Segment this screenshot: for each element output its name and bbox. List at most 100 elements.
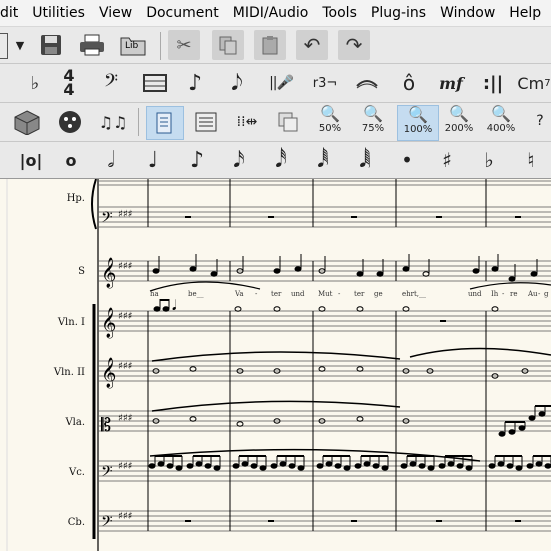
help-icon[interactable]: ? xyxy=(530,110,550,132)
eighth-note-icon[interactable]: ♪ xyxy=(182,147,212,173)
double-whole-note-icon[interactable]: |o| xyxy=(14,147,48,173)
menu-plugins[interactable]: Plug-ins xyxy=(371,5,426,21)
dropdown-icon[interactable]: ▼ xyxy=(13,35,27,55)
instrument-label-viola: Vla. xyxy=(65,417,85,428)
open-partial-icon[interactable] xyxy=(0,33,8,59)
notation-toolbar: ♭ 44 𝄢 ♪ 𝅘𝅥𝅮 ||🎤 r3¬ ô mf :|| Cm 7 xyxy=(0,64,551,103)
studio-view-icon[interactable]: ⁞⁞⇹ xyxy=(230,108,264,136)
tuplet-icon[interactable]: r3¬ xyxy=(308,70,342,96)
dot-icon[interactable]: • xyxy=(392,147,422,173)
hyperscribe-icon[interactable]: ||🎤 xyxy=(266,70,296,96)
svg-text:♯♯♯: ♯♯♯ xyxy=(118,209,133,220)
zoom-400-button[interactable]: 🔍 400% xyxy=(482,105,520,139)
undo-icon: ↶ xyxy=(303,33,321,57)
notes-icon[interactable]: ♫♫ xyxy=(96,108,130,136)
save-icon[interactable] xyxy=(38,32,64,58)
svg-text:𝄞: 𝄞 xyxy=(101,307,116,339)
instrument-label-soprano: S xyxy=(78,266,85,277)
svg-text:𝄞: 𝄞 xyxy=(101,357,116,389)
instrument-label-violin-1: Vln. I xyxy=(57,317,85,328)
svg-text:𝄢: 𝄢 xyxy=(101,463,113,484)
expression-icon[interactable]: mf xyxy=(434,70,468,96)
lyric-syllable: ha xyxy=(150,290,159,298)
svg-text:♯♯♯: ♯♯♯ xyxy=(118,261,133,272)
menu-document[interactable]: Document xyxy=(146,5,219,21)
playback-icon[interactable] xyxy=(54,108,86,136)
thirty-second-note-icon[interactable]: 𝅘𝅥𝅰 xyxy=(266,147,296,173)
zoom-200-button[interactable]: 🔍 200% xyxy=(440,105,478,139)
svg-text:𝄢: 𝄢 xyxy=(101,209,113,230)
score-canvas[interactable]: 𝄢 ♯♯♯ 𝄞 ♯♯♯ 𝄞 ♯♯♯ 𝄞 ♯♯♯ 𝄡 ♯♯♯ 𝄢 ♯♯♯ 𝄢 ♯♯♯ xyxy=(0,179,551,551)
chord-label: Cm xyxy=(517,73,545,93)
scroll-view-icon[interactable] xyxy=(190,108,222,136)
simple-entry-icon[interactable]: ♪ xyxy=(180,70,210,96)
main-toolbar: ▼ Lib ✂ ↶ ↷ xyxy=(0,27,551,64)
menu-midi-audio[interactable]: MIDI/Audio xyxy=(233,5,309,21)
svg-text:♯♯♯: ♯♯♯ xyxy=(118,413,133,424)
paste-icon xyxy=(256,33,284,57)
svg-text:𝄞: 𝄞 xyxy=(101,257,116,289)
redo-icon: ↷ xyxy=(345,33,363,57)
svg-text:𝄡: 𝄡 xyxy=(101,415,111,436)
menu-help[interactable]: Help xyxy=(509,5,541,21)
whole-note-icon[interactable]: o xyxy=(56,147,86,173)
sixteenth-note-icon[interactable]: 𝅘𝅥𝅯 xyxy=(224,147,254,173)
mixer-icon[interactable] xyxy=(10,108,44,136)
zoom-icon: 🔍 xyxy=(491,104,511,123)
lyric-syllable: ehrt,__ xyxy=(402,290,427,298)
natural-icon[interactable]: ♮ xyxy=(516,147,546,173)
svg-text:♯♯♯: ♯♯♯ xyxy=(118,461,133,472)
zoom-75-button[interactable]: 🔍 75% xyxy=(354,105,392,139)
menu-window[interactable]: Window xyxy=(440,5,495,21)
lyric-syllable: - xyxy=(338,290,341,298)
view-toolbar: ♫♫ ⁞⁞⇹ 🔍 50% 🔍 75% 🔍 100% 🔍 200% 🔍 400% … xyxy=(0,103,551,142)
menu-edit[interactable]: dit xyxy=(0,5,18,21)
menu-view[interactable]: View xyxy=(99,5,132,21)
quarter-note-icon[interactable]: ♩ xyxy=(138,147,168,173)
zoom-50-label: 50% xyxy=(318,123,342,134)
zoom-icon: 🔍 xyxy=(408,105,428,124)
lyric-syllable: Mut xyxy=(318,290,333,298)
durations-toolbar: |o| o 𝅗𝅥 ♩ ♪ 𝅘𝅥𝅯 𝅘𝅥𝅰 𝅘𝅥𝅱 𝅘𝅥𝅲 • ♯ ♭ ♮ xyxy=(0,142,551,179)
sharp-icon[interactable]: ♯ xyxy=(432,147,462,173)
zoom-icon: 🔍 xyxy=(320,104,340,123)
zoom-75-label: 75% xyxy=(361,123,385,134)
lyric-syllable: Au xyxy=(528,290,538,298)
zoom-400-label: 400% xyxy=(486,123,516,134)
chord-icon[interactable]: Cm 7 xyxy=(516,70,551,96)
zoom-50-button[interactable]: 🔍 50% xyxy=(312,105,348,139)
flat-icon[interactable]: ♭ xyxy=(474,147,504,173)
smart-shape-icon[interactable] xyxy=(352,70,382,96)
cut-icon: ✂ xyxy=(176,34,192,56)
lyric-syllable: ter xyxy=(271,290,282,298)
instrument-label-violin-2: Vln. II xyxy=(53,367,85,378)
lyric-syllable: be__ xyxy=(188,290,204,298)
menu-utilities[interactable]: Utilities xyxy=(32,5,85,21)
print-icon[interactable] xyxy=(78,32,106,58)
page-layout-icon[interactable] xyxy=(272,108,304,136)
staff-icon[interactable] xyxy=(140,70,170,96)
svg-text:𝄢: 𝄢 xyxy=(101,513,113,534)
partial-icon[interactable] xyxy=(0,72,8,94)
speedy-entry-icon[interactable]: 𝅘𝅥𝅮 xyxy=(222,70,252,96)
menu-bar: dit Utilities View Document MIDI/Audio T… xyxy=(0,0,551,27)
svg-text:♯♯♯: ♯♯♯ xyxy=(118,311,133,322)
instrument-label-cello: Vc. xyxy=(68,467,85,478)
page-view-icon[interactable] xyxy=(146,106,184,140)
zoom-icon: 🔍 xyxy=(363,104,383,123)
zoom-100-button[interactable]: 🔍 100% xyxy=(397,105,439,141)
lyric-syllable: - xyxy=(255,290,258,298)
sixty-fourth-note-icon[interactable]: 𝅘𝅥𝅱 xyxy=(308,147,338,173)
lyric-syllable: ter xyxy=(354,290,365,298)
lyric-syllable: und xyxy=(468,290,482,298)
clef-icon[interactable]: 𝄢 xyxy=(96,70,126,96)
lyric-syllable: g xyxy=(544,290,549,298)
repeat-icon[interactable]: :|| xyxy=(478,70,508,96)
time-signature-icon[interactable]: 44 xyxy=(56,68,82,98)
hundred-twenty-eighth-note-icon[interactable]: 𝅘𝅥𝅲 xyxy=(350,147,380,173)
key-signature-icon[interactable]: ♭ xyxy=(20,70,50,96)
toolbar-separator xyxy=(138,108,139,136)
menu-tools[interactable]: Tools xyxy=(322,5,357,21)
articulation-icon[interactable]: ô xyxy=(394,70,424,96)
half-note-icon[interactable]: 𝅗𝅥 xyxy=(96,147,126,173)
